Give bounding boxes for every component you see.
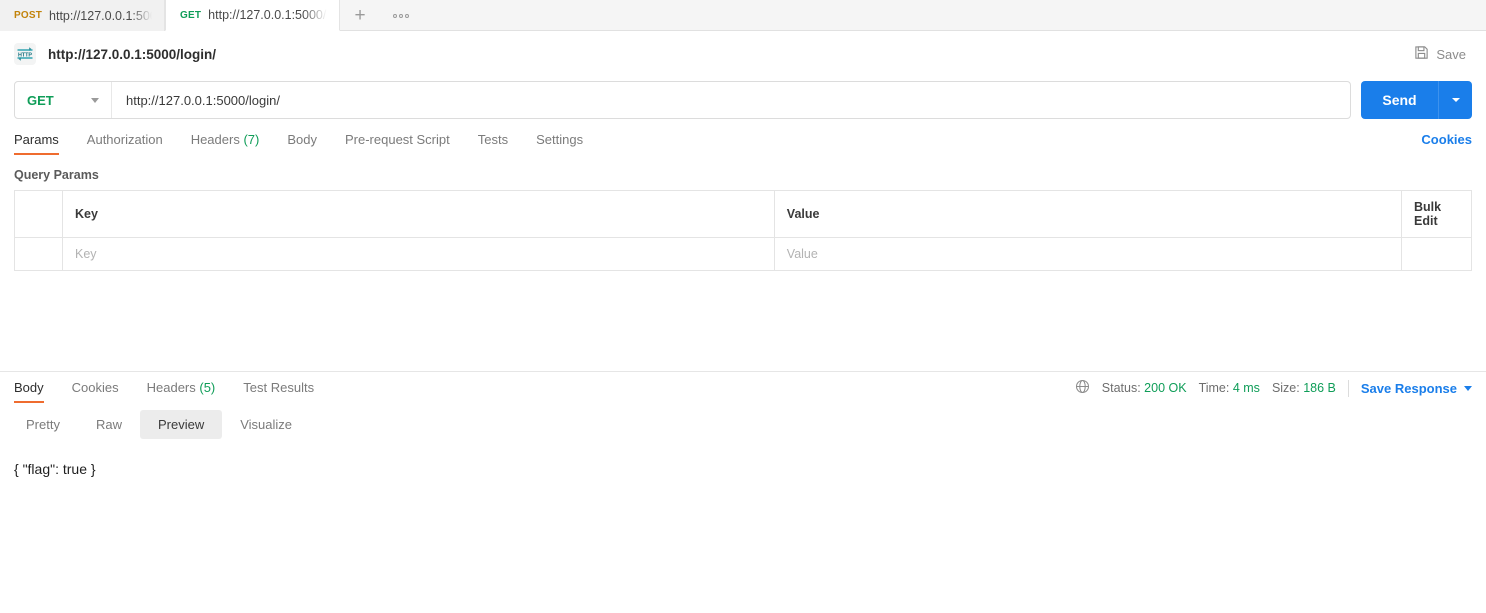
param-key-input[interactable]: Key xyxy=(63,238,775,270)
tab-label: Body xyxy=(287,132,317,147)
response-size-value: 186 B xyxy=(1303,381,1336,395)
send-options-button[interactable] xyxy=(1438,81,1472,119)
save-button-label: Save xyxy=(1436,46,1466,62)
view-tab-pretty[interactable]: Pretty xyxy=(8,410,78,439)
param-value-input[interactable]: Value xyxy=(775,238,1402,270)
tab-body[interactable]: Body xyxy=(287,132,317,155)
status-code-value: 200 OK xyxy=(1144,381,1187,395)
chevron-down-icon xyxy=(1464,385,1472,391)
query-params-table: Key Value Bulk Edit Key Value xyxy=(14,190,1472,271)
response-time: Time: 4 ms xyxy=(1198,381,1260,395)
method-select-label: GET xyxy=(27,92,54,108)
status-code: Status: 200 OK xyxy=(1101,381,1187,395)
tab-label: Settings xyxy=(536,132,584,147)
response-body-content: { "flag": true } xyxy=(14,461,96,477)
http-protocol-icon: HTTP xyxy=(14,43,36,65)
response-status-area: Status: 200 OK Time: 4 ms Size: 186 B Sa… xyxy=(1075,379,1472,403)
tab-label: Headers xyxy=(146,380,196,395)
tab-label: Body xyxy=(14,380,44,395)
request-tabs: Params Authorization Headers (7) Body Pr… xyxy=(0,123,1486,155)
tab-pre-request-script[interactable]: Pre-request Script xyxy=(345,132,450,155)
response-view-tabs: Pretty Raw Preview Visualize xyxy=(8,410,1486,439)
response-tab-cookies[interactable]: Cookies xyxy=(72,380,119,403)
response-tabs: Body Cookies Headers (5) Test Results St… xyxy=(0,372,1486,403)
page-title: http://127.0.0.1:5000/login/ xyxy=(48,46,217,62)
globe-icon xyxy=(1075,379,1090,397)
url-box: GET http://127.0.0.1:5000/login/ xyxy=(14,81,1351,119)
tab-count: (7) xyxy=(243,132,260,147)
tab-url-label: http://127.0.0.1:5000/reg xyxy=(49,8,152,23)
tab-count: (5) xyxy=(199,380,216,395)
tab-label: Pre-request Script xyxy=(344,132,450,147)
tab-label: Params xyxy=(14,132,59,147)
request-tab-bar: POST http://127.0.0.1:5000/reg GET http:… xyxy=(0,0,1486,31)
bulk-edit-button[interactable]: Bulk Edit xyxy=(1414,200,1459,228)
more-options-icon[interactable] xyxy=(380,0,422,31)
view-tab-visualize[interactable]: Visualize xyxy=(222,410,310,439)
tab-url-label: http://127.0.0.1:5000/login xyxy=(208,8,327,22)
query-params-label: Query Params xyxy=(14,168,99,182)
response-tab-body[interactable]: Body xyxy=(14,380,44,403)
save-button[interactable]: Save xyxy=(1408,41,1472,67)
select-all-checkbox-cell[interactable] xyxy=(15,191,63,237)
response-tab-headers[interactable]: Headers (5) xyxy=(147,380,216,403)
request-tab-get[interactable]: GET http://127.0.0.1:5000/login xyxy=(165,0,340,31)
floppy-disk-icon xyxy=(1414,45,1429,63)
tab-label: Tests xyxy=(477,132,509,147)
save-response-button[interactable]: Save Response xyxy=(1361,381,1472,396)
tab-label: Cookies xyxy=(71,380,119,395)
url-input[interactable]: http://127.0.0.1:5000/login/ xyxy=(112,82,1350,118)
table-row: Key Value xyxy=(15,238,1471,271)
plus-icon[interactable]: + xyxy=(340,0,380,31)
tab-method-label: POST xyxy=(14,10,43,21)
tab-method-label: GET xyxy=(180,9,202,21)
tab-label: Authorization xyxy=(86,132,163,147)
tab-params[interactable]: Params xyxy=(14,132,59,155)
view-tab-preview[interactable]: Preview xyxy=(139,410,223,439)
view-tab-raw[interactable]: Raw xyxy=(78,410,140,439)
cookies-link[interactable]: Cookies xyxy=(1421,132,1472,155)
svg-text:HTTP: HTTP xyxy=(18,52,32,58)
tab-label: Headers xyxy=(190,132,240,147)
tab-tests[interactable]: Tests xyxy=(478,132,508,155)
row-checkbox-cell[interactable] xyxy=(15,238,63,270)
tab-headers[interactable]: Headers (7) xyxy=(191,132,260,155)
send-button[interactable]: Send xyxy=(1361,81,1438,119)
url-bar-row: GET http://127.0.0.1:5000/login/ Send xyxy=(0,77,1486,123)
chevron-down-icon xyxy=(1451,98,1460,102)
table-header-row: Key Value Bulk Edit xyxy=(15,191,1471,238)
request-tab-post[interactable]: POST http://127.0.0.1:5000/reg xyxy=(0,0,165,31)
row-bulk-cell xyxy=(1402,238,1471,270)
column-header-value: Value xyxy=(775,191,1402,237)
response-tab-test-results[interactable]: Test Results xyxy=(243,380,314,403)
tab-settings[interactable]: Settings xyxy=(536,132,583,155)
request-header: HTTP http://127.0.0.1:5000/login/ Save xyxy=(0,31,1486,77)
tab-authorization[interactable]: Authorization xyxy=(87,132,163,155)
response-size: Size: 186 B xyxy=(1271,381,1336,395)
tab-label: Test Results xyxy=(243,380,315,395)
chevron-down-icon xyxy=(91,97,99,103)
response-time-value: 4 ms xyxy=(1232,381,1260,395)
column-header-key: Key xyxy=(63,191,775,237)
method-select[interactable]: GET xyxy=(15,82,112,118)
save-response-label: Save Response xyxy=(1360,380,1457,396)
divider xyxy=(1347,379,1349,397)
send-group: Send xyxy=(1361,81,1472,119)
